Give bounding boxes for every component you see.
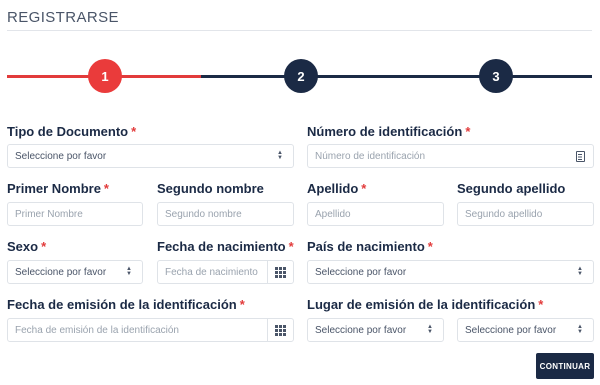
lugar-emision-select-1[interactable]: Seleccione por favor ▲ ▼ xyxy=(307,318,444,342)
pais-nacimiento-label: País de nacimiento * xyxy=(307,239,433,254)
lugar-emision-select-2[interactable]: Seleccione por favor ▲ ▼ xyxy=(457,318,594,342)
segundo-nombre-label: Segundo nombre xyxy=(157,181,264,196)
sexo-select[interactable]: Seleccione por favor ▲ ▼ xyxy=(7,260,143,284)
segundo-nombre-input[interactable]: Segundo nombre xyxy=(157,202,294,226)
continue-button[interactable]: CONTINUAR xyxy=(536,353,594,379)
step-progress-remaining xyxy=(201,75,592,78)
id-card-icon xyxy=(567,145,593,167)
step-3[interactable]: 3 xyxy=(479,59,513,93)
fecha-nacimiento-label: Fecha de nacimiento * xyxy=(157,239,294,254)
title-divider xyxy=(7,30,592,31)
fecha-emision-label: Fecha de emisión de la identificación * xyxy=(7,297,245,312)
apellido-placeholder: Apellido xyxy=(315,208,351,220)
calendar-grid-icon[interactable] xyxy=(267,261,293,283)
step-2[interactable]: 2 xyxy=(284,59,318,93)
fecha-nacimiento-placeholder: Fecha de nacimiento xyxy=(165,266,258,278)
updown-chevron-icon: ▲ ▼ xyxy=(577,324,583,335)
updown-chevron-icon: ▲ ▼ xyxy=(577,266,583,277)
primer-nombre-input[interactable]: Primer Nombre xyxy=(7,202,143,226)
segundo-apellido-input[interactable]: Segundo apellido xyxy=(457,202,594,226)
page-title: REGISTRARSE xyxy=(7,9,119,26)
step-1[interactable]: 1 xyxy=(88,59,122,93)
apellido-label: Apellido * xyxy=(307,181,367,196)
pais-nacimiento-value: Seleccione por favor xyxy=(315,266,407,278)
fecha-nacimiento-input[interactable]: Fecha de nacimiento xyxy=(157,260,294,284)
sexo-value: Seleccione por favor xyxy=(15,266,107,278)
lugar-emision-value-1: Seleccione por favor xyxy=(315,324,407,336)
primer-nombre-placeholder: Primer Nombre xyxy=(15,208,83,220)
updown-chevron-icon: ▲ ▼ xyxy=(126,266,132,277)
numero-identificacion-label: Número de identificación * xyxy=(307,124,471,139)
progress-stepper: 1 2 3 xyxy=(0,59,600,93)
lugar-emision-label: Lugar de emisión de la identificación * xyxy=(307,297,544,312)
lugar-emision-value-2: Seleccione por favor xyxy=(465,324,557,336)
updown-chevron-icon: ▲ ▼ xyxy=(427,324,433,335)
numero-identificacion-input[interactable]: Número de identificación xyxy=(307,144,594,168)
tipo-documento-value: Seleccione por favor xyxy=(15,150,107,162)
calendar-grid-icon[interactable] xyxy=(267,319,293,341)
pais-nacimiento-select[interactable]: Seleccione por favor ▲ ▼ xyxy=(307,260,594,284)
fecha-emision-input[interactable]: Fecha de emisión de la identificación xyxy=(7,318,294,342)
sexo-label: Sexo * xyxy=(7,239,47,254)
segundo-nombre-placeholder: Segundo nombre xyxy=(165,208,242,220)
tipo-documento-label: Tipo de Documento * xyxy=(7,124,137,139)
apellido-input[interactable]: Apellido xyxy=(307,202,444,226)
segundo-apellido-placeholder: Segundo apellido xyxy=(465,208,543,220)
numero-identificacion-placeholder: Número de identificación xyxy=(315,150,426,162)
segundo-apellido-label: Segundo apellido xyxy=(457,181,566,196)
updown-chevron-icon: ▲ ▼ xyxy=(277,150,283,161)
fecha-emision-placeholder: Fecha de emisión de la identificación xyxy=(15,324,179,336)
tipo-documento-select[interactable]: Seleccione por favor ▲ ▼ xyxy=(7,144,294,168)
primer-nombre-label: Primer Nombre * xyxy=(7,181,109,196)
